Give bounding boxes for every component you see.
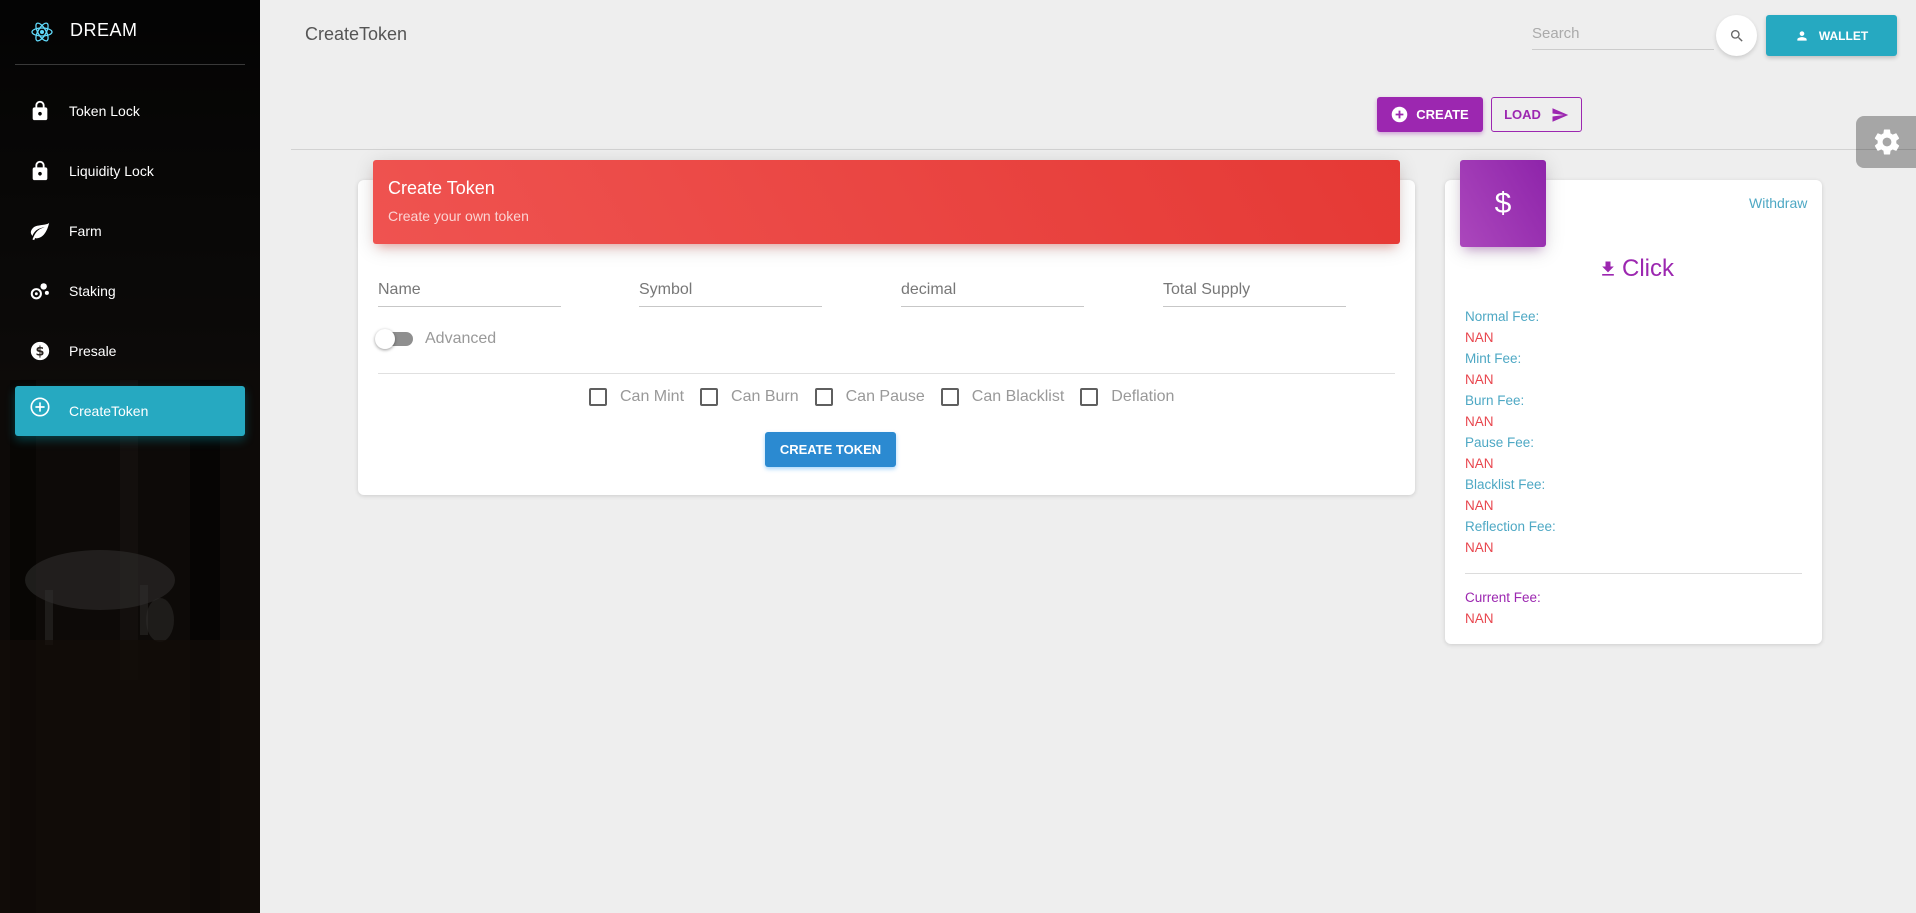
leaf-icon (30, 222, 50, 241)
wallet-button-label: WALLET (1818, 28, 1869, 43)
react-atom-icon (31, 22, 53, 42)
withdraw-link[interactable]: Withdraw (1749, 195, 1807, 211)
advanced-label: Advanced (425, 330, 497, 347)
search-field (1532, 18, 1714, 50)
send-icon (1552, 107, 1569, 122)
current-fee-value: NAN (1465, 611, 1494, 626)
option-can-pause[interactable]: Can Pause (814, 388, 925, 406)
fee-label: Mint Fee: (1465, 351, 1522, 366)
create-button-label: CREATE (1416, 107, 1469, 122)
symbol-field (639, 275, 822, 307)
click-download-link[interactable]: Click (1598, 255, 1674, 283)
sidebar-item-label: CreateToken (69, 403, 149, 419)
create-token-button[interactable]: CREATE TOKEN (765, 432, 896, 467)
option-label: Deflation (1111, 388, 1175, 405)
lock-icon (32, 160, 48, 181)
coins-icon (30, 283, 49, 300)
fee-value: NAN (1465, 456, 1494, 471)
fee-divider (1465, 573, 1802, 574)
sidebar-item-label: Staking (69, 283, 116, 299)
total-supply-field (1163, 275, 1346, 307)
load-button[interactable]: LOAD (1491, 97, 1582, 132)
brand[interactable]: DREAM (0, 0, 260, 66)
card-divider (378, 373, 1395, 374)
brand-name: DREAM (70, 20, 138, 40)
checkbox[interactable] (589, 388, 607, 406)
sidebar-item-presale[interactable]: $ Presale (15, 326, 245, 376)
sidebar-divider (15, 64, 245, 65)
option-can-blacklist[interactable]: Can Blacklist (940, 388, 1065, 406)
sidebar-item-label: Presale (69, 343, 117, 359)
decimal-input[interactable] (901, 275, 1084, 305)
gear-icon (1874, 129, 1900, 155)
card-subtitle: Create your own token (388, 208, 529, 224)
lock-icon (32, 100, 48, 121)
fee-label: Burn Fee: (1465, 393, 1525, 408)
fee-list: Normal Fee: NAN Mint Fee: NAN Burn Fee: … (1465, 308, 1556, 560)
create-token-card-header: Create Token Create your own token (373, 160, 1400, 244)
sidebar-item-token-lock[interactable]: Token Lock (15, 86, 245, 136)
option-deflation[interactable]: Deflation (1080, 388, 1174, 406)
token-options: Can Mint Can Burn Can Pause Can Blacklis… (589, 385, 1190, 409)
fee-label: Normal Fee: (1465, 309, 1540, 324)
advanced-toggle[interactable] (375, 329, 413, 349)
option-label: Can Pause (845, 388, 925, 405)
sidebar-item-label: Token Lock (69, 103, 140, 119)
fee-value: NAN (1465, 330, 1494, 345)
sidebar-item-farm[interactable]: Farm (15, 206, 245, 256)
wallet-button[interactable]: WALLET (1766, 15, 1897, 56)
page-title: CreateToken (305, 24, 408, 44)
sidebar: DREAM Token Lock Liquidity Lock Farm Sta… (0, 0, 260, 913)
plus-circle-icon (1391, 106, 1408, 123)
fee-label: Reflection Fee: (1465, 519, 1556, 534)
sidebar-item-createtoken[interactable]: CreateToken (15, 386, 245, 436)
plus-circle-icon (30, 397, 50, 417)
name-field (378, 275, 561, 307)
option-label: Can Burn (731, 388, 799, 405)
sidebar-item-staking[interactable]: Staking (15, 266, 245, 316)
fee-value: NAN (1465, 414, 1494, 429)
person-icon (1797, 30, 1807, 41)
current-fee-label: Current Fee: (1465, 590, 1541, 605)
load-button-label: LOAD (1504, 107, 1541, 122)
search-input[interactable] (1532, 18, 1714, 48)
click-label: Click (1622, 255, 1674, 282)
create-button[interactable]: CREATE (1377, 97, 1483, 132)
sidebar-item-liquidity-lock[interactable]: Liquidity Lock (15, 146, 245, 196)
checkbox[interactable] (700, 388, 719, 406)
option-label: Can Blacklist (971, 388, 1065, 405)
fee-label: Pause Fee: (1465, 435, 1535, 450)
sidebar-item-label: Farm (69, 223, 102, 239)
fee-value: NAN (1465, 498, 1494, 513)
settings-toggle[interactable] (1856, 116, 1916, 168)
option-can-burn[interactable]: Can Burn (700, 388, 799, 406)
symbol-input[interactable] (639, 275, 822, 305)
search-icon (1730, 29, 1743, 42)
dollar-icon: $ (1460, 160, 1546, 247)
card-title: Create Token (388, 178, 495, 198)
sidebar-item-label: Liquidity Lock (69, 163, 154, 179)
header-divider (291, 149, 1916, 150)
download-icon (1602, 261, 1614, 276)
decimal-field (901, 275, 1084, 307)
name-input[interactable] (378, 275, 561, 305)
search-button[interactable] (1716, 15, 1757, 56)
checkbox[interactable] (940, 388, 959, 406)
sidebar-nav: Token Lock Liquidity Lock Farm Staking $ (15, 86, 245, 446)
option-label: Can Mint (620, 388, 685, 405)
checkbox[interactable] (814, 388, 833, 406)
option-can-mint[interactable]: Can Mint (589, 388, 684, 406)
checkbox[interactable] (1080, 388, 1099, 406)
total-supply-input[interactable] (1163, 275, 1346, 305)
toggle-knob (375, 329, 395, 349)
fee-label: Blacklist Fee: (1465, 477, 1546, 492)
dollar-circle-icon: $ (30, 341, 50, 361)
svg-text:$: $ (36, 345, 45, 360)
fee-value: NAN (1465, 540, 1494, 555)
fee-value: NAN (1465, 372, 1494, 387)
